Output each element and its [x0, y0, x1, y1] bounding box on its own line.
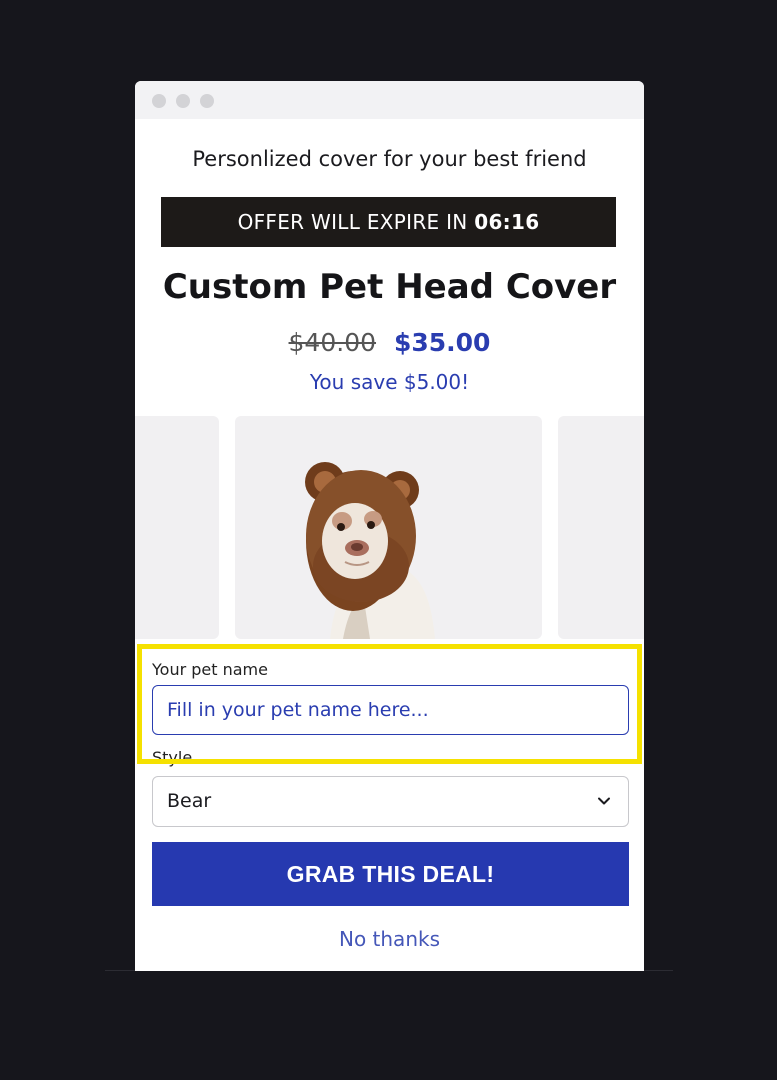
new-price: $35.00 — [393, 328, 491, 357]
carousel-slide-previous[interactable] — [135, 416, 219, 639]
chevron-down-icon — [598, 797, 610, 805]
offer-timer-prefix: OFFER WILL EXPIRE IN — [237, 210, 468, 234]
savings-text: You save $5.00! — [309, 370, 470, 394]
style-selected-value: Bear — [167, 790, 212, 812]
style-select[interactable]: Bear — [152, 776, 629, 827]
carousel-slide-current[interactable] — [235, 416, 542, 639]
price-row: $40.00 $35.00 — [135, 328, 644, 357]
style-label: Style — [152, 748, 193, 767]
window-titlebar — [135, 81, 644, 119]
no-thanks-link[interactable]: No thanks — [135, 927, 644, 951]
window-dot-icon — [176, 94, 190, 108]
carousel-slide-next[interactable] — [558, 416, 644, 639]
product-image-carousel[interactable] — [135, 416, 644, 639]
grab-deal-button[interactable]: GRAB THIS DEAL! — [152, 842, 629, 906]
pet-name-label: Your pet name — [152, 660, 268, 679]
product-title: Custom Pet Head Cover — [162, 267, 617, 307]
offer-timer-value: 06:16 — [474, 210, 540, 234]
pet-name-input[interactable] — [152, 685, 629, 735]
window-dot-icon — [200, 94, 214, 108]
dog-bear-hood-image — [305, 462, 435, 639]
offer-timer-banner: OFFER WILL EXPIRE IN 06:16 — [161, 197, 616, 247]
popup-window: Personlized cover for your best friend O… — [135, 81, 644, 971]
old-price: $40.00 — [288, 328, 377, 357]
window-dot-icon — [152, 94, 166, 108]
popup-tagline: Personlized cover for your best friend — [192, 147, 587, 171]
